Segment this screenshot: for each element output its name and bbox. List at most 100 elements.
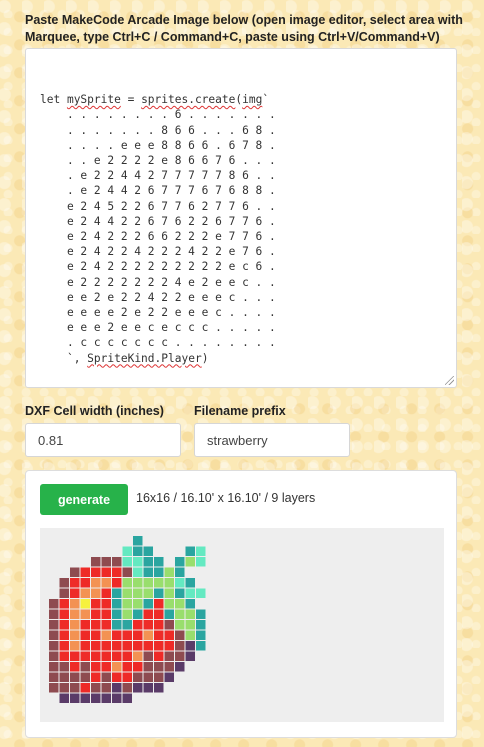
sprite-pixel (80, 588, 90, 598)
sprite-pixel (133, 620, 143, 630)
code-variable: mySprite (66, 93, 121, 107)
sprite-pixel (133, 651, 143, 661)
sprite-pixel (80, 567, 90, 577)
sprite-pixel (101, 557, 111, 567)
code-image-row: e 2 2 2 2 2 2 2 4 e 2 e e c . . (40, 275, 276, 289)
sprite-pixel (70, 588, 80, 598)
sprite-pixel (175, 567, 185, 577)
sprite-pixel (196, 609, 206, 619)
sprite-pixel (185, 641, 195, 651)
sprite-pixel (175, 662, 185, 672)
sprite-pixel (91, 557, 101, 567)
sprite-pixel (133, 641, 143, 651)
sprite-pixel (49, 630, 59, 640)
generate-button[interactable]: generate (40, 484, 128, 515)
sprite-preview-canvas (49, 536, 206, 703)
sprite-pixel (70, 567, 80, 577)
sprite-pixel (154, 578, 164, 588)
code-image-row: . e 2 2 4 4 2 7 7 7 7 7 8 6 . . (40, 169, 276, 183)
code-image-row: e 2 4 2 2 2 6 6 2 2 2 e 7 7 6 . (40, 230, 276, 244)
makecode-image-textarea[interactable]: let mySprite = sprites.create(img` . . .… (25, 48, 457, 388)
sprite-pixel (70, 630, 80, 640)
sprite-pixel (70, 651, 80, 661)
sprite-pixel (122, 567, 132, 577)
sprite-pixel (59, 662, 69, 672)
sprite-pixel (80, 609, 90, 619)
sprite-pixel (80, 651, 90, 661)
sprite-pixel (59, 683, 69, 693)
code-image-row: . . . . . . . 8 6 6 . . . 6 8 . (40, 123, 276, 137)
sprite-pixel (185, 578, 195, 588)
sprite-pixel (122, 557, 132, 567)
sprite-pixel (59, 609, 69, 619)
sprite-pixel (122, 641, 132, 651)
filename-prefix-input[interactable] (194, 423, 350, 457)
sprite-pixel (101, 599, 111, 609)
sprite-pixel (196, 557, 206, 567)
instructions-text: Paste MakeCode Arcade Image below (open … (25, 13, 463, 44)
sprite-pixel (112, 693, 122, 703)
sprite-pixel (91, 630, 101, 640)
code-image-row: . . . . e e e 8 8 6 6 . 6 7 8 . (40, 138, 276, 152)
sprite-pixel (164, 620, 174, 630)
code-first-line: let mySprite = sprites.create(img` (40, 92, 456, 107)
sprite-pixel (143, 609, 153, 619)
sprite-pixel (122, 662, 132, 672)
sprite-pixel (91, 693, 101, 703)
sprite-pixel (164, 567, 174, 577)
code-image-row: e 2 4 2 2 2 2 2 2 2 2 2 e c 6 . (40, 260, 276, 274)
sprite-pixel (112, 588, 122, 598)
cell-width-input[interactable] (25, 423, 181, 457)
sprite-pixel (122, 630, 132, 640)
sprite-pixel (70, 662, 80, 672)
sprite-pixel (91, 609, 101, 619)
sprite-pixel (122, 693, 132, 703)
sprite-pixel (91, 578, 101, 588)
sprite-pixel (101, 693, 111, 703)
sprite-pixel (122, 672, 132, 682)
sprite-pixel (70, 693, 80, 703)
sprite-pixel (91, 599, 101, 609)
sprite-pixel (164, 599, 174, 609)
sprite-pixel (122, 609, 132, 619)
code-backtick: ` (262, 93, 270, 107)
sprite-pixel (91, 662, 101, 672)
sprite-pixel (175, 557, 185, 567)
sprite-pixel (49, 683, 59, 693)
sprite-pixel (154, 557, 164, 567)
sprite-pixel (185, 620, 195, 630)
sprite-pixel (59, 578, 69, 588)
resize-grip-icon[interactable] (445, 376, 454, 385)
sprite-pixel (154, 641, 164, 651)
sprite-pixel (154, 599, 164, 609)
sprite-pixel (80, 620, 90, 630)
sprite-pixel (175, 620, 185, 630)
sprite-pixel (91, 651, 101, 661)
sprite-pixel (175, 630, 185, 640)
sprite-pixel (49, 651, 59, 661)
sprite-pixel (175, 651, 185, 661)
sprite-pixel (49, 609, 59, 619)
sprite-pixel (143, 672, 153, 682)
sprite-pixel (101, 683, 111, 693)
code-last-line: `, SpriteKind.Player) (40, 351, 456, 366)
sprite-pixel (175, 599, 185, 609)
sprite-pixel (80, 599, 90, 609)
sprite-pixel (175, 641, 185, 651)
sprite-pixel (80, 641, 90, 651)
sprite-pixel (112, 578, 122, 588)
sprite-pixel (185, 599, 195, 609)
sprite-pixel (196, 630, 206, 640)
sprite-pixel (112, 672, 122, 682)
sprite-pixel (143, 630, 153, 640)
sprite-pixel (164, 588, 174, 598)
sprite-pixel (101, 578, 111, 588)
sprite-pixel (164, 641, 174, 651)
sprite-pixel (101, 567, 111, 577)
sprite-pixel (91, 620, 101, 630)
sprite-pixel (143, 578, 153, 588)
code-image-row: . e 2 4 4 2 6 7 7 7 6 7 6 8 8 . (40, 184, 276, 198)
sprite-pixel (164, 651, 174, 661)
sprite-pixel (196, 641, 206, 651)
sprite-pixel (133, 683, 143, 693)
